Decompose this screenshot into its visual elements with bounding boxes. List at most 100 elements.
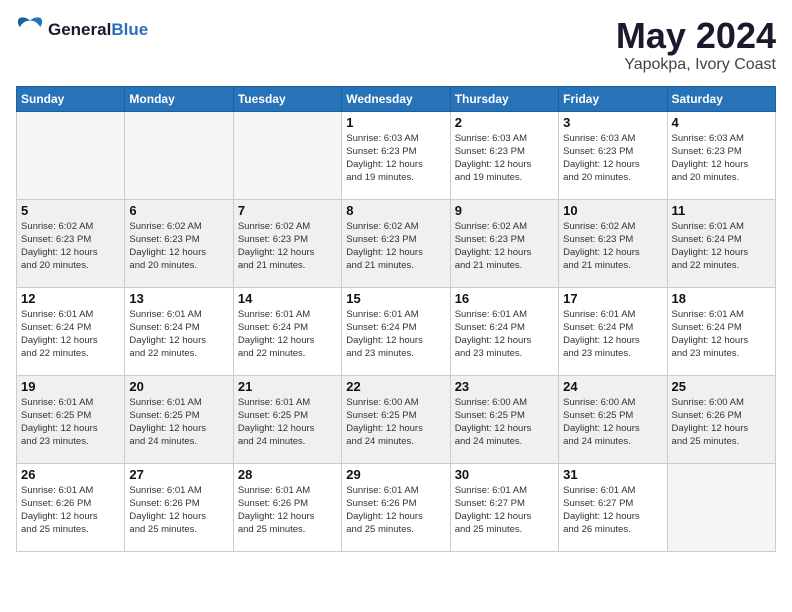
day-number: 31 [563,467,662,482]
calendar-cell: 17 Sunrise: 6:01 AM Sunset: 6:24 PM Dayli… [559,287,667,375]
day-info: Sunrise: 6:01 AM Sunset: 6:24 PM Dayligh… [672,308,771,361]
calendar-cell: 16Sunrise: 6:01 AM Sunset: 6:24 PM Dayli… [450,287,558,375]
day-number: 26 [21,467,120,482]
day-info: Sunrise: 6:01 AM Sunset: 6:24 PM Dayligh… [238,308,337,361]
calendar-cell: 30 Sunrise: 6:01 AM Sunset: 6:27 PM Dayli… [450,463,558,551]
calendar-cell: 10 Sunrise: 6:02 AM Sunset: 6:23 PM Dayli… [559,199,667,287]
day-number: 25 [672,379,771,394]
calendar-cell [17,111,125,199]
day-info: Sunrise: 6:01 AM Sunset: 6:27 PM Dayligh… [455,484,554,537]
calendar-table: SundayMondayTuesdayWednesdayThursdayFrid… [16,86,776,552]
calendar-day-header: Thursday [450,86,558,111]
calendar-week-row: 5 Sunrise: 6:02 AM Sunset: 6:23 PM Daylig… [17,199,776,287]
calendar-cell: 1 Sunrise: 6:03 AM Sunset: 6:23 PM Daylig… [342,111,450,199]
logo: GeneralBlue [16,16,148,44]
calendar-cell: 12 Sunrise: 6:01 AM Sunset: 6:24 PM Dayli… [17,287,125,375]
day-number: 23 [455,379,554,394]
day-number: 15 [346,291,445,306]
day-info: Sunrise: 6:01 AM Sunset: 6:26 PM Dayligh… [346,484,445,537]
calendar-cell: 22 Sunrise: 6:00 AM Sunset: 6:25 PM Dayli… [342,375,450,463]
calendar-cell: 3 Sunrise: 6:03 AM Sunset: 6:23 PM Daylig… [559,111,667,199]
calendar-cell: 28 Sunrise: 6:01 AM Sunset: 6:26 PM Dayli… [233,463,341,551]
day-number: 19 [21,379,120,394]
day-number: 10 [563,203,662,218]
day-number: 5 [21,203,120,218]
calendar-cell: 13Sunrise: 6:01 AM Sunset: 6:24 PM Dayli… [125,287,233,375]
day-info: Sunrise: 6:01 AM Sunset: 6:26 PM Dayligh… [21,484,120,537]
day-number: 16 [455,291,554,306]
calendar-cell: 25 Sunrise: 6:00 AM Sunset: 6:26 PM Dayli… [667,375,775,463]
calendar-cell: 4 Sunrise: 6:03 AM Sunset: 6:23 PM Daylig… [667,111,775,199]
day-number: 1 [346,115,445,130]
page-header: GeneralBlue May 2024 Yapokpa, Ivory Coas… [16,16,776,74]
day-info: Sunrise: 6:02 AM Sunset: 6:23 PM Dayligh… [238,220,337,273]
day-number: 7 [238,203,337,218]
calendar-cell [125,111,233,199]
day-info: Sunrise: 6:02 AM Sunset: 6:23 PM Dayligh… [346,220,445,273]
day-info: Sunrise: 6:01 AM Sunset: 6:25 PM Dayligh… [21,396,120,449]
day-number: 27 [129,467,228,482]
day-info: Sunrise: 6:03 AM Sunset: 6:23 PM Dayligh… [672,132,771,185]
calendar-day-header: Monday [125,86,233,111]
day-number: 30 [455,467,554,482]
calendar-cell: 19 Sunrise: 6:01 AM Sunset: 6:25 PM Dayli… [17,375,125,463]
month-year: May 2024 [616,16,776,56]
day-info: Sunrise: 6:01 AM Sunset: 6:24 PM Dayligh… [563,308,662,361]
calendar-cell: 27 Sunrise: 6:01 AM Sunset: 6:26 PM Dayli… [125,463,233,551]
calendar-cell [667,463,775,551]
calendar-week-row: 26 Sunrise: 6:01 AM Sunset: 6:26 PM Dayli… [17,463,776,551]
day-info: Sunrise: 6:01 AM Sunset: 6:27 PM Dayligh… [563,484,662,537]
calendar-cell [233,111,341,199]
day-number: 12 [21,291,120,306]
calendar-cell: 2Sunrise: 6:03 AM Sunset: 6:23 PM Daylig… [450,111,558,199]
day-number: 18 [672,291,771,306]
day-info: Sunrise: 6:01 AM Sunset: 6:26 PM Dayligh… [129,484,228,537]
day-info: Sunrise: 6:01 AM Sunset: 6:24 PM Dayligh… [21,308,120,361]
day-info: Sunrise: 6:01 AM Sunset: 6:25 PM Dayligh… [238,396,337,449]
calendar-cell: 23Sunrise: 6:00 AM Sunset: 6:25 PM Dayli… [450,375,558,463]
calendar-body: 1 Sunrise: 6:03 AM Sunset: 6:23 PM Daylig… [17,111,776,551]
day-number: 28 [238,467,337,482]
calendar-day-header: Saturday [667,86,775,111]
calendar-week-row: 12 Sunrise: 6:01 AM Sunset: 6:24 PM Dayli… [17,287,776,375]
title-block: May 2024 Yapokpa, Ivory Coast [616,16,776,74]
day-number: 11 [672,203,771,218]
day-number: 20 [129,379,228,394]
day-info: Sunrise: 6:02 AM Sunset: 6:23 PM Dayligh… [21,220,120,273]
calendar-week-row: 1 Sunrise: 6:03 AM Sunset: 6:23 PM Daylig… [17,111,776,199]
day-number: 4 [672,115,771,130]
day-info: Sunrise: 6:00 AM Sunset: 6:25 PM Dayligh… [346,396,445,449]
day-info: Sunrise: 6:03 AM Sunset: 6:23 PM Dayligh… [563,132,662,185]
day-info: Sunrise: 6:01 AM Sunset: 6:26 PM Dayligh… [238,484,337,537]
calendar-week-row: 19 Sunrise: 6:01 AM Sunset: 6:25 PM Dayli… [17,375,776,463]
calendar-cell: 20 Sunrise: 6:01 AM Sunset: 6:25 PM Dayli… [125,375,233,463]
day-number: 3 [563,115,662,130]
calendar-cell: 8 Sunrise: 6:02 AM Sunset: 6:23 PM Daylig… [342,199,450,287]
calendar-cell: 21 Sunrise: 6:01 AM Sunset: 6:25 PM Dayli… [233,375,341,463]
location: Yapokpa, Ivory Coast [616,56,776,74]
calendar-cell: 26 Sunrise: 6:01 AM Sunset: 6:26 PM Dayli… [17,463,125,551]
day-info: Sunrise: 6:02 AM Sunset: 6:23 PM Dayligh… [455,220,554,273]
logo-text: GeneralBlue [48,20,148,40]
day-info: Sunrise: 6:03 AM Sunset: 6:23 PM Dayligh… [346,132,445,185]
calendar-day-header: Wednesday [342,86,450,111]
day-info: Sunrise: 6:01 AM Sunset: 6:24 PM Dayligh… [346,308,445,361]
calendar-day-header: Friday [559,86,667,111]
calendar-cell: 24Sunrise: 6:00 AM Sunset: 6:25 PM Dayli… [559,375,667,463]
calendar-cell: 11Sunrise: 6:01 AM Sunset: 6:24 PM Dayli… [667,199,775,287]
day-info: Sunrise: 6:01 AM Sunset: 6:25 PM Dayligh… [129,396,228,449]
day-number: 21 [238,379,337,394]
day-number: 8 [346,203,445,218]
day-number: 17 [563,291,662,306]
calendar-cell: 29Sunrise: 6:01 AM Sunset: 6:26 PM Dayli… [342,463,450,551]
calendar-day-header: Sunday [17,86,125,111]
day-number: 22 [346,379,445,394]
day-number: 13 [129,291,228,306]
day-info: Sunrise: 6:02 AM Sunset: 6:23 PM Dayligh… [563,220,662,273]
day-info: Sunrise: 6:00 AM Sunset: 6:26 PM Dayligh… [672,396,771,449]
calendar-cell: 15 Sunrise: 6:01 AM Sunset: 6:24 PM Dayli… [342,287,450,375]
calendar-header-row: SundayMondayTuesdayWednesdayThursdayFrid… [17,86,776,111]
day-number: 6 [129,203,228,218]
calendar-cell: 31 Sunrise: 6:01 AM Sunset: 6:27 PM Dayli… [559,463,667,551]
day-info: Sunrise: 6:03 AM Sunset: 6:23 PM Dayligh… [455,132,554,185]
